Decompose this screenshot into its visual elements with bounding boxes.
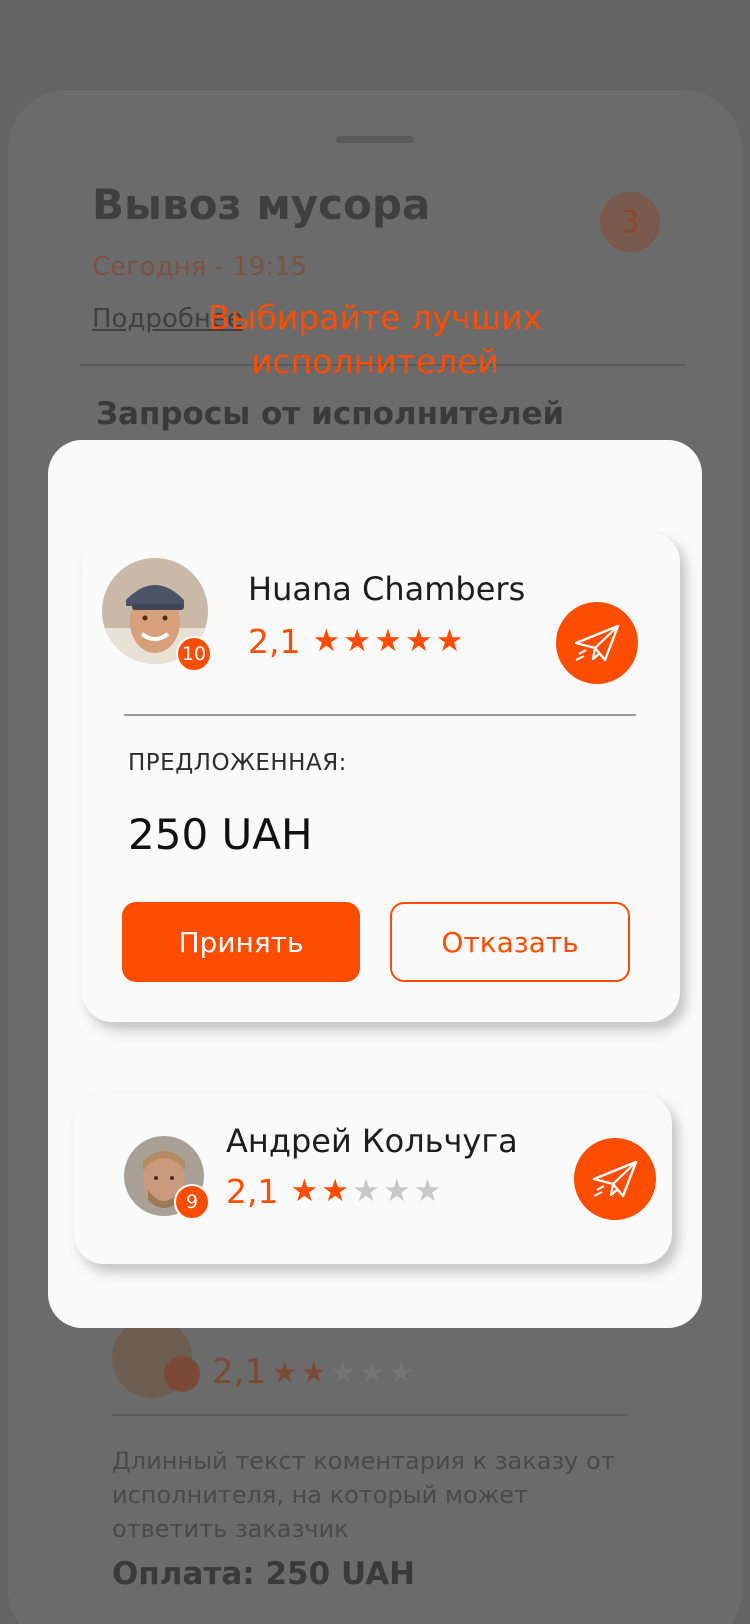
- offer-card: 9 Андрей Кольчуга 2,1 ★ ★ ★ ★ ★: [74, 1094, 672, 1264]
- star-icon: ★: [290, 1173, 319, 1209]
- paper-plane-icon: [574, 624, 620, 662]
- third-offer-stars: ★★★★★: [272, 1356, 418, 1389]
- star-icon: ★: [382, 1173, 411, 1209]
- paper-plane-icon: [592, 1160, 638, 1198]
- sheet-drag-handle: [336, 136, 414, 143]
- onboarding-title: Выбирайте лучших исполнителей: [0, 296, 750, 384]
- executor-name: Huana Chambers: [248, 570, 526, 608]
- executor-rating: 2,1 ★ ★ ★ ★ ★: [248, 622, 463, 661]
- star-icon: ★: [343, 623, 372, 659]
- star-icon: ★: [321, 1173, 350, 1209]
- orders-count-badge: 10: [176, 636, 212, 672]
- orders-count-badge: 9: [174, 1184, 210, 1220]
- decline-button[interactable]: Отказать: [390, 902, 630, 982]
- onboarding-title-line-2: исполнителей: [251, 342, 499, 381]
- send-message-button[interactable]: [574, 1138, 656, 1220]
- requests-heading: Запросы от исполнителей: [96, 396, 565, 432]
- executor-rating: 2,1 ★ ★ ★ ★ ★: [226, 1172, 441, 1211]
- third-offer-rating: 2,1: [212, 1352, 267, 1392]
- send-message-button[interactable]: [556, 602, 638, 684]
- requests-count-badge: 3: [600, 192, 660, 252]
- rating-stars: ★ ★ ★ ★ ★: [312, 626, 463, 657]
- order-title: Вывоз мусора: [92, 180, 431, 229]
- star-icon: ★: [330, 1356, 360, 1389]
- star-icon: ★: [374, 623, 402, 659]
- accept-button[interactable]: Принять: [122, 902, 360, 982]
- star-icon: ★: [359, 1356, 389, 1389]
- rating-stars: ★ ★ ★ ★ ★: [290, 1176, 441, 1207]
- star-icon: ★: [413, 1173, 442, 1209]
- divider: [124, 714, 636, 716]
- executor-name: Андрей Кольчуга: [226, 1122, 518, 1160]
- third-offer-comment: Длинный текст коментария к заказу от исп…: [112, 1447, 615, 1543]
- rating-value: 2,1: [226, 1172, 279, 1211]
- offer-label: ПРЕДЛОЖЕННАЯ:: [128, 750, 347, 776]
- rating-value: 2,1: [248, 622, 301, 661]
- third-offer-payment: Оплата: 250 UAH: [112, 1556, 416, 1592]
- star-icon: ★: [312, 623, 341, 659]
- star-icon: ★: [435, 623, 464, 659]
- third-offer-avatar-badge: [164, 1356, 200, 1392]
- onboarding-title-line-1: Выбирайте лучших: [207, 298, 543, 337]
- divider: [112, 1414, 628, 1416]
- star-icon: ★: [301, 1356, 331, 1389]
- star-icon: ★: [404, 623, 433, 659]
- onboarding-modal: 10 Huana Chambers 2,1 ★ ★ ★ ★ ★ ПРЕДЛОЖЕННАЯ…: [48, 440, 702, 1328]
- offer-card: 10 Huana Chambers 2,1 ★ ★ ★ ★ ★ ПРЕДЛОЖЕННАЯ…: [82, 532, 680, 1022]
- offer-price: 250 UAH: [128, 810, 313, 859]
- star-icon: ★: [352, 1173, 380, 1209]
- star-icon: ★: [388, 1356, 418, 1389]
- order-date: Сегодня - 19:15: [92, 252, 308, 282]
- star-icon: ★: [272, 1356, 302, 1389]
